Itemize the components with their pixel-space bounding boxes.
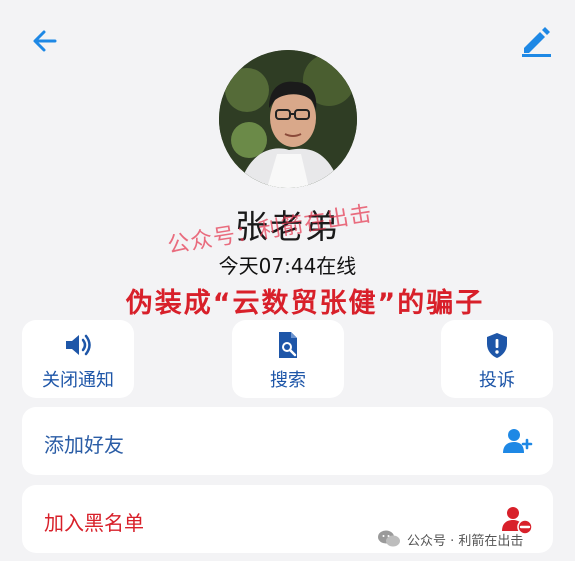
report-button[interactable]: 投诉	[441, 320, 553, 398]
wechat-icon	[378, 530, 400, 547]
footer-text: 公众号 · 利箭在出击	[407, 533, 524, 549]
add-friend-row[interactable]: 添加好友	[22, 407, 553, 475]
arrow-left-icon	[33, 30, 57, 52]
shield-alert-icon	[487, 333, 507, 358]
speaker-icon	[66, 334, 91, 356]
add-user-icon	[503, 429, 533, 453]
source-footer: 公众号 · 利箭在出击	[377, 528, 523, 550]
annotation-caption: 伪装成“云数贸张健”的骗子	[125, 288, 485, 319]
report-label: 投诉	[479, 370, 515, 391]
edit-button[interactable]	[518, 22, 554, 58]
avatar-photo	[219, 50, 357, 188]
edit-pencil-icon	[522, 27, 551, 57]
search-label: 搜索	[270, 370, 306, 391]
mute-notifications-label: 关闭通知	[42, 370, 114, 391]
mute-notifications-button[interactable]: 关闭通知	[22, 320, 134, 398]
block-user-label: 加入黑名单	[44, 511, 144, 535]
online-status: 今天07:44在线	[218, 254, 357, 278]
search-document-icon	[279, 332, 297, 358]
add-friend-label: 添加好友	[44, 433, 124, 457]
search-button[interactable]: 搜索	[232, 320, 344, 398]
back-button[interactable]	[28, 24, 62, 58]
avatar[interactable]	[219, 50, 357, 188]
